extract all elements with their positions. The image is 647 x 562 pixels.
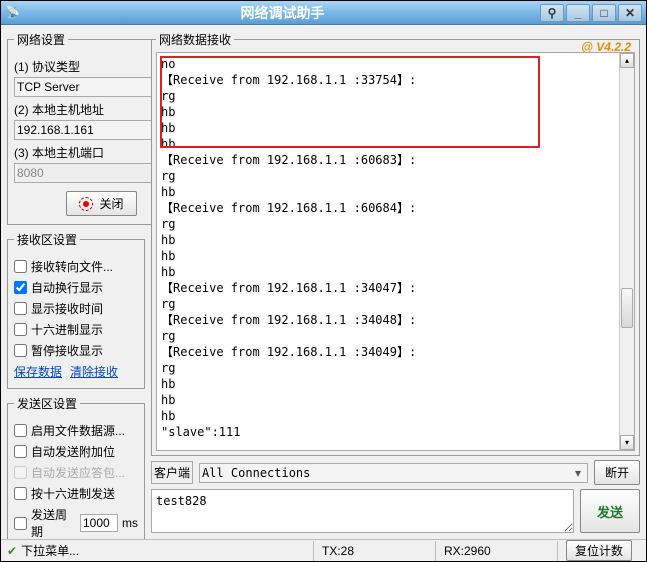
receive-panel-legend: 网络数据接收 (156, 31, 234, 48)
send-settings-group: 发送区设置 启用文件数据源... 自动发送附加位 自动发送应答包... 按十六进… (7, 395, 145, 539)
scroll-up-button[interactable]: ▴ (620, 53, 634, 68)
period-value-input[interactable] (80, 514, 118, 532)
record-icon (79, 197, 93, 211)
pushpin-icon: ⚲ (548, 6, 557, 20)
auto-wrap-checkbox[interactable] (14, 281, 27, 294)
protocol-value[interactable] (17, 78, 172, 96)
left-column: 网络设置 (1) 协议类型 ▾ (2) 本地主机地址 ▾ (3) 本地主机端口 (7, 31, 145, 533)
client-label: 客户端 (151, 461, 193, 484)
hex-send-checkbox[interactable] (14, 487, 27, 500)
app-icon: 📡 (5, 5, 21, 21)
receive-textarea[interactable]: no 【Receive from 192.168.1.1 :33754】: rg… (156, 52, 635, 451)
reset-counter-button[interactable]: 复位计数 (566, 540, 632, 561)
recv-to-file-row[interactable]: 接收转向文件... (14, 258, 138, 275)
disconnect-button[interactable]: 断开 (594, 460, 640, 485)
rx-counter: RX:2960 (435, 541, 555, 561)
client-value[interactable] (202, 464, 571, 482)
send-button[interactable]: 发送 (580, 489, 640, 533)
minimize-button[interactable]: _ (566, 4, 590, 22)
auto-append-row[interactable]: 自动发送附加位 (14, 443, 138, 460)
maximize-icon: □ (600, 6, 607, 20)
period-send-row[interactable]: 发送周期 ms (14, 506, 138, 539)
auto-reply-row: 自动发送应答包... (14, 464, 138, 481)
chevron-down-icon[interactable]: ▾ (571, 466, 585, 480)
client-row: 客户端 ▾ 断开 (151, 460, 640, 485)
auto-reply-checkbox (14, 466, 27, 479)
receive-settings-group: 接收区设置 接收转向文件... 自动换行显示 显示接收时间 十六进制显示 暂停接… (7, 231, 145, 389)
auto-append-checkbox[interactable] (14, 445, 27, 458)
close-connection-button[interactable]: 关闭 (66, 191, 136, 216)
clear-recv-link[interactable]: 清除接收 (70, 363, 118, 380)
pin-button[interactable]: ⚲ (540, 4, 564, 22)
file-source-row[interactable]: 启用文件数据源... (14, 422, 138, 439)
minimize-icon: _ (575, 6, 582, 20)
content-area: 网络设置 (1) 协议类型 ▾ (2) 本地主机地址 ▾ (3) 本地主机端口 (1, 25, 646, 539)
file-source-checkbox[interactable] (14, 424, 27, 437)
save-data-link[interactable]: 保存数据 (14, 363, 62, 380)
client-select[interactable]: ▾ (199, 463, 588, 483)
show-time-checkbox[interactable] (14, 302, 27, 315)
hex-show-checkbox[interactable] (14, 323, 27, 336)
scroll-down-button[interactable]: ▾ (620, 435, 634, 450)
receive-text-content: no 【Receive from 192.168.1.1 :33754】: rg… (157, 53, 619, 450)
pause-recv-checkbox[interactable] (14, 344, 27, 357)
app-window: 📡 网络调试助手 ⚲ _ □ ✕ 网络设置 (1) 协议类型 ▾ (2) 本地主… (0, 0, 647, 562)
network-settings-legend: 网络设置 (14, 31, 68, 48)
hex-show-row[interactable]: 十六进制显示 (14, 321, 138, 338)
reset-cell: 复位计数 (557, 541, 640, 561)
receive-panel: 网络数据接收 @ V4.2.2 no 【Receive from 192.168… (151, 31, 640, 456)
scroll-thumb[interactable] (621, 288, 633, 328)
send-row: 发送 (151, 489, 640, 533)
receive-settings-legend: 接收区设置 (14, 231, 80, 248)
send-settings-legend: 发送区设置 (14, 395, 80, 412)
maximize-button[interactable]: □ (592, 4, 616, 22)
close-connection-label: 关闭 (99, 195, 123, 212)
status-bar: ✔ 下拉菜单... TX:28 RX:2960 复位计数 (1, 539, 646, 561)
status-menu-label: 下拉菜单... (21, 542, 79, 559)
pause-recv-row[interactable]: 暂停接收显示 (14, 342, 138, 359)
show-time-row[interactable]: 显示接收时间 (14, 300, 138, 317)
auto-wrap-row[interactable]: 自动换行显示 (14, 279, 138, 296)
close-window-button[interactable]: ✕ (618, 4, 642, 22)
title-bar: 📡 网络调试助手 ⚲ _ □ ✕ (1, 1, 646, 25)
tx-counter: TX:28 (313, 541, 433, 561)
scroll-track[interactable] (620, 68, 634, 435)
ready-icon: ✔ (7, 544, 17, 558)
status-menu[interactable]: ✔ 下拉菜单... (7, 542, 311, 559)
period-send-checkbox[interactable] (14, 517, 27, 530)
hex-send-row[interactable]: 按十六进制发送 (14, 485, 138, 502)
recv-to-file-checkbox[interactable] (14, 260, 27, 273)
right-column: 网络数据接收 @ V4.2.2 no 【Receive from 192.168… (151, 31, 640, 533)
local-ip-value[interactable] (17, 121, 172, 139)
send-input[interactable] (151, 489, 574, 533)
close-icon: ✕ (625, 6, 635, 20)
window-title: 网络调试助手 (25, 3, 540, 23)
scrollbar[interactable]: ▴ ▾ (619, 53, 634, 450)
